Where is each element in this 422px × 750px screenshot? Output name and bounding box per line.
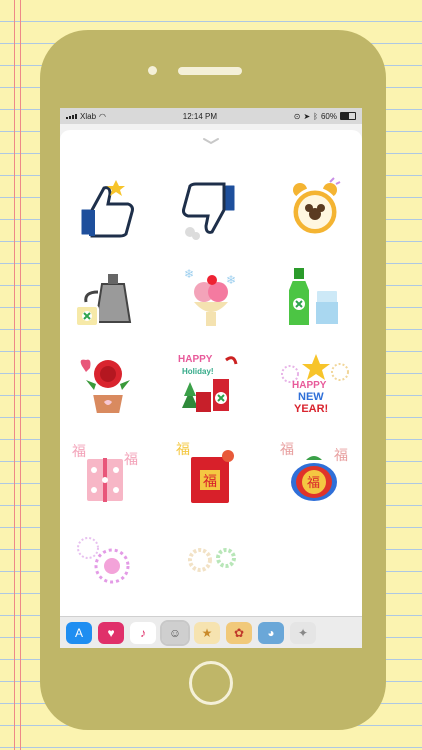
bluetooth-icon: ᛒ: [313, 111, 318, 121]
svg-text:福: 福: [280, 441, 294, 457]
sticker-text: 福: [72, 443, 86, 459]
phone-screen: Xlab ◠ 12:14 PM ⊙ ➤ ᛒ 60% ❄ ❄ HAPPY Holi…: [60, 108, 362, 648]
sundae-sticker[interactable]: ❄ ❄: [172, 258, 250, 336]
speaker-slot: [178, 67, 242, 75]
battery-icon: [339, 112, 356, 120]
happy-new-year-sticker[interactable]: HAPPY NEW YEAR!: [276, 346, 354, 424]
chevron-down-icon[interactable]: [201, 136, 221, 146]
sticker-pack-3-icon[interactable]: ✿: [226, 621, 252, 644]
wifi-icon: ◠: [99, 111, 106, 121]
kettle-tea-sticker[interactable]: [68, 258, 146, 336]
alarm-clock-sticker[interactable]: [276, 170, 354, 248]
margin-line: [20, 0, 21, 750]
flower-pot-sticker[interactable]: [68, 346, 146, 424]
sticker-pack-5-icon[interactable]: ✦: [290, 621, 316, 644]
location-icon: ➤: [303, 111, 311, 121]
svg-text:❄: ❄: [226, 273, 236, 287]
sticker-text: Holiday!: [182, 367, 214, 376]
sticker-sheet: ❄❄ HAPPYHoliday! HAPPYNEWYEAR! 福福 福福: [60, 130, 362, 618]
battery-percent: 60%: [320, 111, 337, 121]
home-button[interactable]: [189, 661, 233, 705]
white-wreath-sticker[interactable]: [172, 522, 250, 600]
camera-dot: [148, 66, 157, 75]
soda-bottle-sticker[interactable]: [276, 258, 354, 336]
sticker-text: 福: [307, 475, 320, 490]
happy-holiday-sticker[interactable]: HAPPY Holiday!: [172, 346, 250, 424]
thumbs-down-sticker[interactable]: [172, 170, 250, 248]
music-icon[interactable]: ♪: [130, 621, 156, 644]
margin-line: [14, 0, 15, 750]
sticker-text: YEAR!: [294, 403, 328, 415]
sticker-text: HAPPY: [292, 380, 327, 391]
svg-text:福: 福: [334, 447, 348, 463]
pink-snowflake-sticker[interactable]: [68, 522, 146, 600]
app-store-icon[interactable]: A: [66, 621, 92, 644]
sticker-text: NEW: [298, 391, 324, 403]
svg-text:福: 福: [124, 451, 138, 467]
sticker-text: 福: [203, 473, 217, 489]
svg-text:❄: ❄: [184, 267, 194, 281]
sticker-pack-2-icon[interactable]: ★: [194, 621, 220, 644]
signal-icon: [66, 113, 77, 119]
thumbs-up-sticker[interactable]: [68, 170, 146, 248]
sticker-pack-icon[interactable]: ☺: [160, 619, 190, 646]
clock: 12:14 PM: [182, 111, 217, 121]
sticker-pack-4-icon[interactable]: ◕: [258, 621, 284, 644]
lock-rotation-icon: ⊙: [293, 111, 301, 121]
status-bar: Xlab ◠ 12:14 PM ⊙ ➤ ᛒ 60%: [60, 108, 362, 124]
heart-app-icon[interactable]: ♥: [98, 621, 124, 644]
fu-red-envelope-sticker[interactable]: 福福: [172, 434, 250, 512]
app-drawer: A ♥ ♪ ☺ ★ ✿ ◕ ✦: [60, 616, 362, 648]
svg-text:福: 福: [176, 441, 190, 457]
sticker-text: HAPPY: [178, 354, 213, 365]
fu-gift-box-sticker[interactable]: 福福: [68, 434, 146, 512]
carrier-label: Xlab: [80, 111, 97, 121]
fu-lucky-bag-sticker[interactable]: 福福福: [276, 434, 354, 512]
